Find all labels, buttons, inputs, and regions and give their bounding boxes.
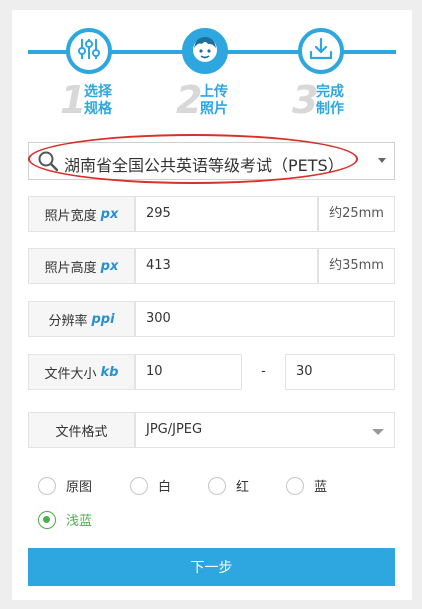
sliders-icon — [76, 36, 102, 66]
format-row: 文件格式 JPG/JPEG — [28, 412, 395, 448]
width-label: 照片宽度 px — [28, 196, 135, 232]
exam-select-value: 湖南省全国公共英语等级考试（PETS） — [64, 156, 344, 175]
step-1-circle[interactable] — [66, 28, 112, 74]
radio-label: 白 — [158, 480, 172, 495]
radio-label: 红 — [236, 480, 250, 495]
height-mm: 约35mm — [318, 248, 395, 284]
radio-blue[interactable]: 蓝 — [286, 476, 327, 495]
chevron-down-icon — [372, 429, 384, 435]
height-row: 照片高度 px 413 约35mm — [28, 248, 395, 284]
height-input[interactable]: 413 — [135, 248, 318, 284]
filesize-dash: - — [261, 364, 266, 379]
filesize-max-input[interactable]: 30 — [285, 354, 395, 390]
radio-label: 蓝 — [314, 480, 328, 495]
radio-original[interactable]: 原图 — [38, 476, 92, 495]
radio-dot — [208, 476, 226, 495]
step-2-circle[interactable] — [182, 28, 228, 74]
resolution-label: 分辨率 ppi — [28, 301, 135, 337]
format-label: 文件格式 — [28, 412, 135, 448]
filesize-label: 文件大小 kb — [28, 354, 135, 390]
radio-dot — [286, 476, 304, 495]
width-mm: 约25mm — [318, 196, 395, 232]
spec-card: 1 选择 规格 2 上传 照片 3 完成 制作 湖南省全国公共英语等级考试（PE… — [12, 10, 412, 600]
radio-dot — [38, 510, 56, 529]
format-select-value: JPG/JPEG — [146, 422, 203, 437]
step-3-label: 完成 制作 — [316, 84, 344, 117]
face-icon — [190, 34, 220, 68]
download-icon — [308, 36, 334, 66]
resolution-row: 分辨率 ppi 300 — [28, 301, 395, 337]
chevron-down-icon — [378, 158, 386, 163]
radio-label: 原图 — [66, 480, 93, 495]
width-input[interactable]: 295 — [135, 196, 318, 232]
height-label: 照片高度 px — [28, 248, 135, 284]
next-button[interactable]: 下一步 — [28, 548, 395, 586]
radio-white[interactable]: 白 — [130, 476, 171, 495]
width-row: 照片宽度 px 295 约25mm — [28, 196, 395, 232]
step-2-number: 2 — [176, 78, 203, 122]
radio-dot — [38, 476, 56, 495]
radio-light-blue[interactable]: 浅蓝 — [38, 510, 92, 529]
step-1-number: 1 — [60, 78, 87, 122]
radio-red[interactable]: 红 — [208, 476, 249, 495]
step-1-label: 选择 规格 — [84, 84, 112, 117]
stepper: 1 选择 规格 2 上传 照片 3 完成 制作 — [12, 10, 412, 130]
filesize-row: 文件大小 kb 10 - 30 — [28, 354, 395, 390]
radio-label: 浅蓝 — [66, 514, 93, 529]
resolution-input[interactable]: 300 — [135, 301, 395, 337]
filesize-min-input[interactable]: 10 — [135, 354, 242, 390]
radio-dot — [130, 476, 148, 495]
step-3-circle[interactable] — [298, 28, 344, 74]
exam-select[interactable]: 湖南省全国公共英语等级考试（PETS） — [28, 142, 395, 180]
step-2-label: 上传 照片 — [200, 84, 228, 117]
format-select[interactable]: JPG/JPEG — [135, 412, 395, 448]
step-3-number: 3 — [292, 78, 319, 122]
search-icon — [37, 150, 59, 176]
